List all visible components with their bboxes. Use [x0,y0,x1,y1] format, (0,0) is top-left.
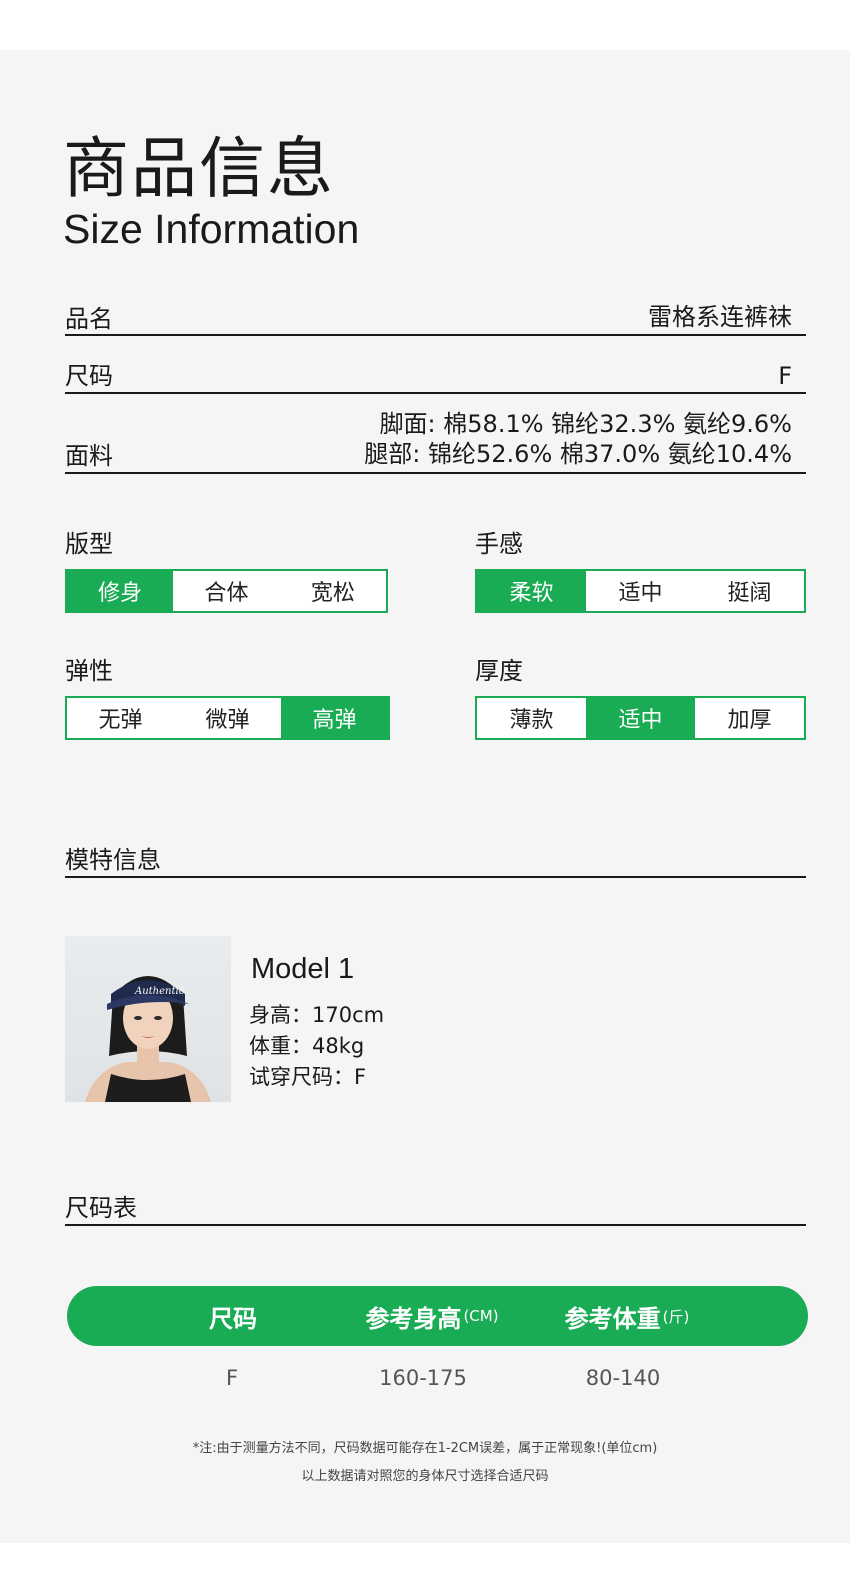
fit-option[interactable]: 修身 [67,571,174,611]
elasticity-option[interactable]: 无弹 [67,698,174,738]
size-table-title: 尺码表 [65,1194,137,1222]
thickness-option[interactable]: 适中 [586,698,695,738]
product-name-label: 品名 [65,305,113,333]
column-header: 尺码 [209,1304,257,1333]
size-label: 尺码 [65,362,113,390]
footnote: 以上数据请对照您的身体尺寸选择合适尺码 [301,1469,549,1484]
feel-title: 手感 [475,530,523,558]
feel-option[interactable]: 挺阔 [695,571,804,611]
table-cell: F [225,1366,239,1390]
elasticity-option[interactable]: 高弹 [281,698,388,738]
model-section-title: 模特信息 [65,846,161,874]
elasticity-selector: 无弹 微弹 高弹 [65,696,390,740]
elasticity-title: 弹性 [65,657,113,685]
fabric-label: 面料 [65,442,113,470]
table-cell: 80-140 [585,1366,661,1390]
page-title-en: Size Information [63,206,360,252]
cap-text: Authentic [134,986,185,997]
model-weight: 体重：48kg [249,1034,365,1058]
fabric-value-line2: 腿部: 锦纶52.6% 棉37.0% 氨纶10.4% [364,440,792,468]
model-photo: Authentic [65,936,231,1102]
page-title-cn: 商品信息 [63,130,335,207]
table-cell: 160-175 [379,1366,467,1390]
footnote: *注:由于测量方法不同，尺码数据可能存在1-2CM误差，属于正常现象!(单位cm… [192,1441,658,1456]
elasticity-option[interactable]: 微弹 [174,698,281,738]
model-name: Model 1 [251,953,355,985]
feel-option[interactable]: 柔软 [477,571,586,611]
thickness-selector: 薄款 适中 加厚 [475,696,806,740]
thickness-option[interactable]: 加厚 [695,698,804,738]
divider [65,876,806,878]
feel-option[interactable]: 适中 [586,571,695,611]
size-table-header: 尺码 参考身高 (CM) 参考体重 (斤) [67,1286,808,1346]
fit-selector: 修身 合体 宽松 [65,569,388,613]
feel-selector: 柔软 适中 挺阔 [475,569,806,613]
fit-title: 版型 [65,530,113,558]
divider [65,334,806,336]
size-value: F [778,362,792,390]
column-header: 参考体重 (斤) [564,1304,690,1333]
fit-option[interactable]: 合体 [173,571,279,611]
column-header: 参考身高 (CM) [365,1304,499,1333]
model-height: 身高：170cm [249,1003,385,1027]
fabric-value-line1: 脚面: 棉58.1% 锦纶32.3% 氨纶9.6% [379,410,792,438]
fit-option[interactable]: 宽松 [280,571,386,611]
divider [65,472,806,474]
model-size: 试穿尺码：F [249,1065,367,1089]
divider [65,392,806,394]
product-name-value: 雷格系连裤袜 [648,303,792,331]
thickness-title: 厚度 [475,657,523,685]
divider [65,1224,806,1226]
thickness-option[interactable]: 薄款 [477,698,586,738]
